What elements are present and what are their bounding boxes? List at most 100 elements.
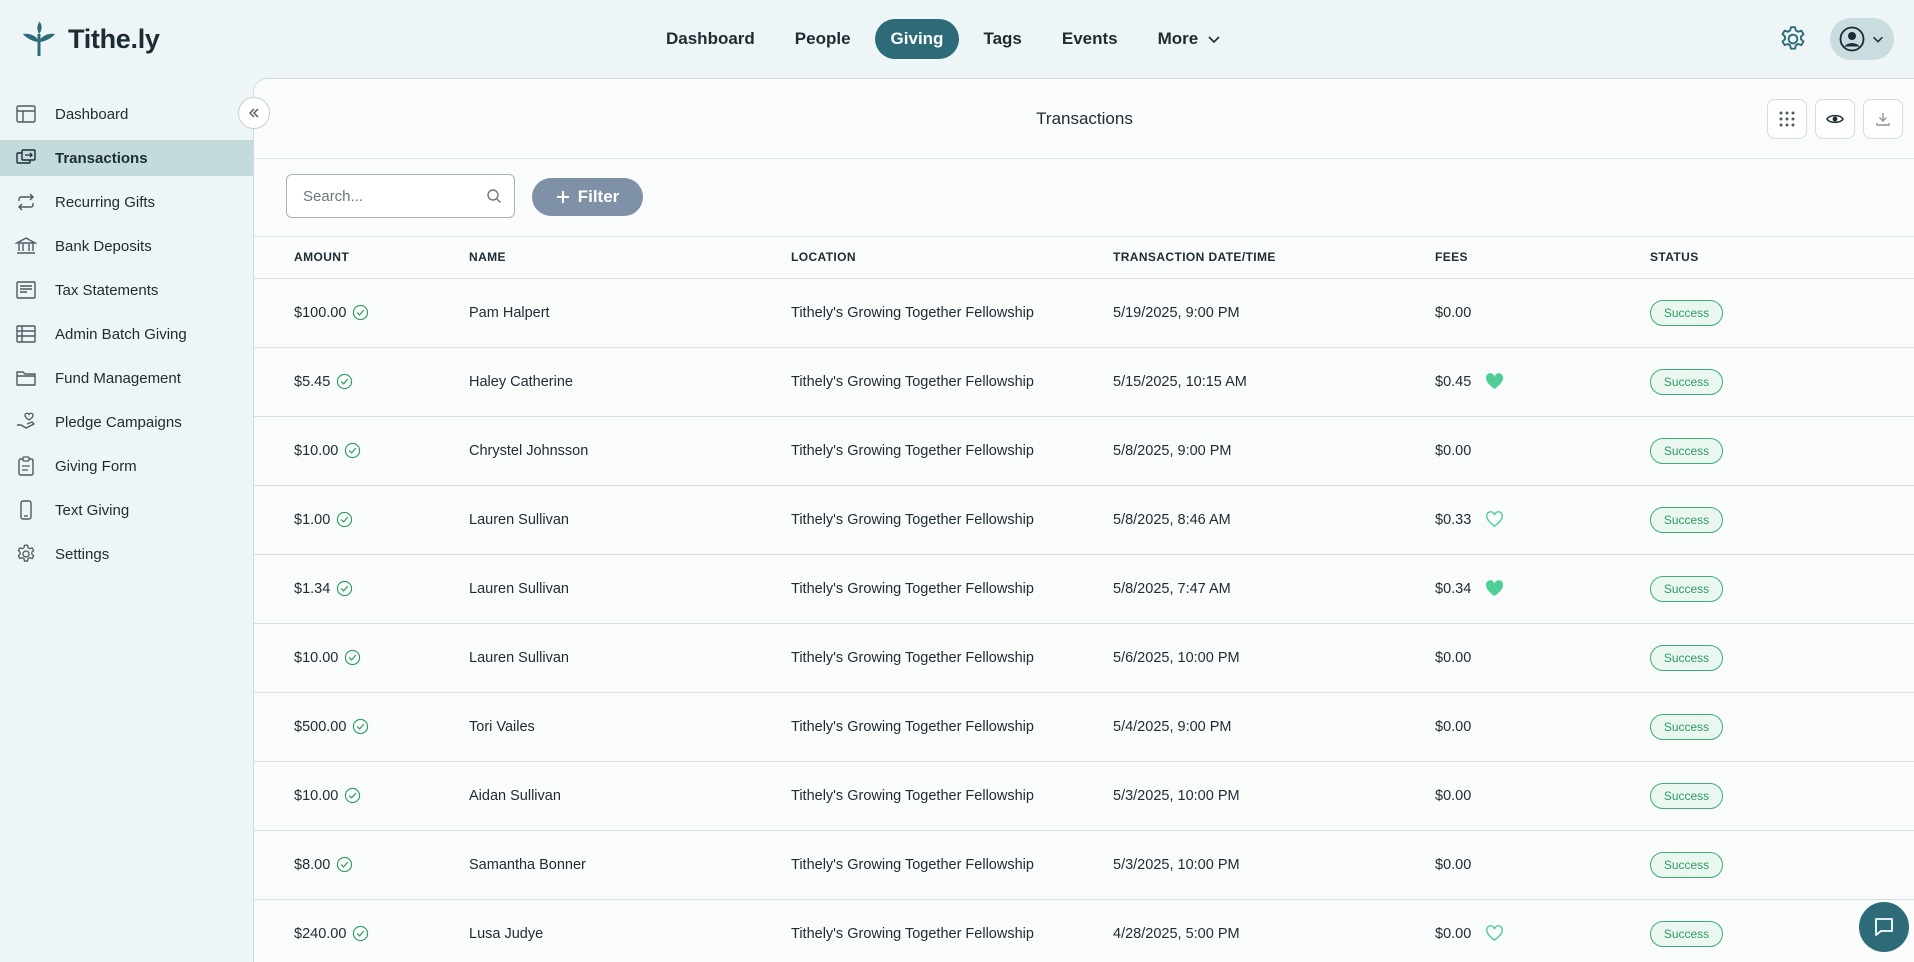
table-row[interactable]: $240.00 Lusa Judye Tithely's Growing Tog… [254, 899, 1914, 962]
cell-name[interactable]: Chrystel Johnsson [469, 416, 791, 486]
column-header-location[interactable]: LOCATION [791, 237, 1113, 279]
cell-location: Tithely's Growing Together Fellowship [791, 692, 1113, 762]
nav-people[interactable]: People [779, 19, 867, 59]
folder-icon [16, 371, 36, 386]
cell-datetime: 5/6/2025, 10:00 PM [1113, 623, 1435, 693]
cell-status: Success [1650, 416, 1914, 486]
table-header-row: AMOUNT NAME LOCATION TRANSACTION DATE/TI… [254, 237, 1914, 279]
sidebar-item-pledge-campaigns[interactable]: Pledge Campaigns [0, 404, 253, 440]
sidebar-item-label: Giving Form [55, 457, 137, 475]
sidebar-item-tax-statements[interactable]: Tax Statements [0, 272, 253, 308]
search-input[interactable] [287, 175, 467, 217]
sidebar-item-recurring-gifts[interactable]: Recurring Gifts [0, 184, 253, 220]
cell-datetime: 5/4/2025, 9:00 PM [1113, 692, 1435, 762]
table-row[interactable]: $5.45 Haley Catherine Tithely's Growing … [254, 347, 1914, 417]
chat-button[interactable] [1859, 902, 1909, 952]
user-menu-button[interactable] [1830, 18, 1894, 60]
table-row[interactable]: $1.34 Lauren Sullivan Tithely's Growing … [254, 554, 1914, 624]
cell-name[interactable]: Pam Halpert [469, 278, 791, 348]
filter-button[interactable]: Filter [532, 178, 643, 216]
cell-name[interactable]: Aidan Sullivan [469, 761, 791, 831]
cell-amount: $8.00 [254, 830, 469, 900]
cell-amount: $1.34 [254, 554, 469, 624]
column-header-datetime[interactable]: TRANSACTION DATE/TIME [1113, 237, 1435, 279]
sidebar-item-label: Recurring Gifts [55, 193, 156, 211]
table-row[interactable]: $100.00 Pam Halpert Tithely's Growing To… [254, 278, 1914, 348]
column-header-amount[interactable]: AMOUNT [254, 237, 469, 279]
sidebar-item-label: Text Giving [55, 501, 130, 519]
cell-fees: $0.00 [1435, 899, 1650, 962]
sidebar-item-bank-deposits[interactable]: Bank Deposits [0, 228, 253, 264]
check-circle-icon [337, 511, 353, 528]
sidebar-item-transactions[interactable]: Transactions [0, 140, 253, 176]
cell-fees: $0.00 [1435, 692, 1650, 762]
status-badge: Success [1650, 851, 1723, 878]
logo[interactable]: Tithe.ly [20, 20, 160, 58]
sidebar-item-label: Dashboard [55, 105, 129, 123]
nav-events[interactable]: Events [1046, 19, 1134, 59]
nav-giving[interactable]: Giving [874, 19, 960, 59]
cell-location: Tithely's Growing Together Fellowship [791, 416, 1113, 486]
amount-value: $10.00 [294, 787, 339, 804]
check-circle-icon [337, 580, 353, 597]
cell-datetime: 5/8/2025, 9:00 PM [1113, 416, 1435, 486]
cell-amount: $10.00 [254, 623, 469, 693]
table-row[interactable]: $10.00 Lauren Sullivan Tithely's Growing… [254, 623, 1914, 693]
sidebar-item-giving-form[interactable]: Giving Form [0, 448, 253, 484]
cell-name[interactable]: Lauren Sullivan [469, 623, 791, 693]
nav-dashboard[interactable]: Dashboard [650, 19, 771, 59]
cell-name[interactable]: Haley Catherine [469, 347, 791, 417]
cell-name[interactable]: Lauren Sullivan [469, 554, 791, 624]
fees-value: $0.00 [1435, 304, 1472, 321]
cell-location: Tithely's Growing Together Fellowship [791, 899, 1113, 962]
cell-amount: $10.00 [254, 761, 469, 831]
nav-more[interactable]: More [1142, 19, 1239, 59]
cell-fees: $0.45 [1435, 347, 1650, 417]
column-header-status[interactable]: STATUS [1650, 237, 1914, 279]
phone-icon [20, 500, 32, 520]
user-avatar-icon [1839, 26, 1865, 52]
nav-events-label: Events [1061, 29, 1118, 48]
cell-name[interactable]: Tori Vailes [469, 692, 791, 762]
page-header: Transactions [254, 79, 1914, 159]
cell-name[interactable]: Samantha Bonner [469, 830, 791, 900]
sidebar-item-fund-management[interactable]: Fund Management [0, 360, 253, 396]
search-field[interactable] [286, 174, 515, 218]
table-row[interactable]: $10.00 Chrystel Johnsson Tithely's Growi… [254, 416, 1914, 486]
view-button[interactable] [1815, 99, 1855, 139]
column-header-name[interactable]: NAME [469, 237, 791, 279]
download-button[interactable] [1863, 99, 1903, 139]
cell-name[interactable]: Lauren Sullivan [469, 485, 791, 555]
heart-filled-icon [1486, 373, 1504, 390]
list-icon [16, 325, 36, 343]
cell-datetime: 5/8/2025, 8:46 AM [1113, 485, 1435, 555]
sidebar-item-admin-batch-giving[interactable]: Admin Batch Giving [0, 316, 253, 352]
status-badge: Success [1650, 575, 1723, 602]
column-header-fees[interactable]: FEES [1435, 237, 1650, 279]
sidebar-item-settings[interactable]: Settings [0, 536, 253, 572]
cell-datetime: 4/28/2025, 5:00 PM [1113, 899, 1435, 962]
table-row[interactable]: $1.00 Lauren Sullivan Tithely's Growing … [254, 485, 1914, 555]
check-circle-icon [345, 442, 361, 459]
filter-label: Filter [577, 187, 620, 206]
check-circle-icon [345, 649, 361, 666]
table-row[interactable]: $500.00 Tori Vailes Tithely's Growing To… [254, 692, 1914, 762]
cell-datetime: 5/19/2025, 9:00 PM [1113, 278, 1435, 348]
amount-value: $10.00 [294, 649, 339, 666]
sidebar-item-label: Bank Deposits [55, 237, 152, 255]
fees-value: $0.45 [1435, 373, 1472, 390]
nav-tags-label: Tags [983, 29, 1022, 48]
sidebar-item-dashboard[interactable]: Dashboard [0, 96, 253, 132]
amount-value: $5.45 [294, 373, 331, 390]
sidebar-item-text-giving[interactable]: Text Giving [0, 492, 253, 528]
columns-button[interactable] [1767, 99, 1807, 139]
settings-button[interactable] [1778, 24, 1808, 54]
bank-icon [15, 237, 37, 254]
collapse-sidebar-button[interactable] [238, 97, 270, 129]
table-row[interactable]: $8.00 Samantha Bonner Tithely's Growing … [254, 830, 1914, 900]
table-row[interactable]: $10.00 Aidan Sullivan Tithely's Growing … [254, 761, 1914, 831]
cell-name[interactable]: Lusa Judye [469, 899, 791, 962]
main-panel: Transactions Filter AMOUNT NAME LOCAT [253, 78, 1914, 962]
sidebar-item-label: Transactions [55, 149, 148, 167]
nav-tags[interactable]: Tags [967, 19, 1037, 59]
